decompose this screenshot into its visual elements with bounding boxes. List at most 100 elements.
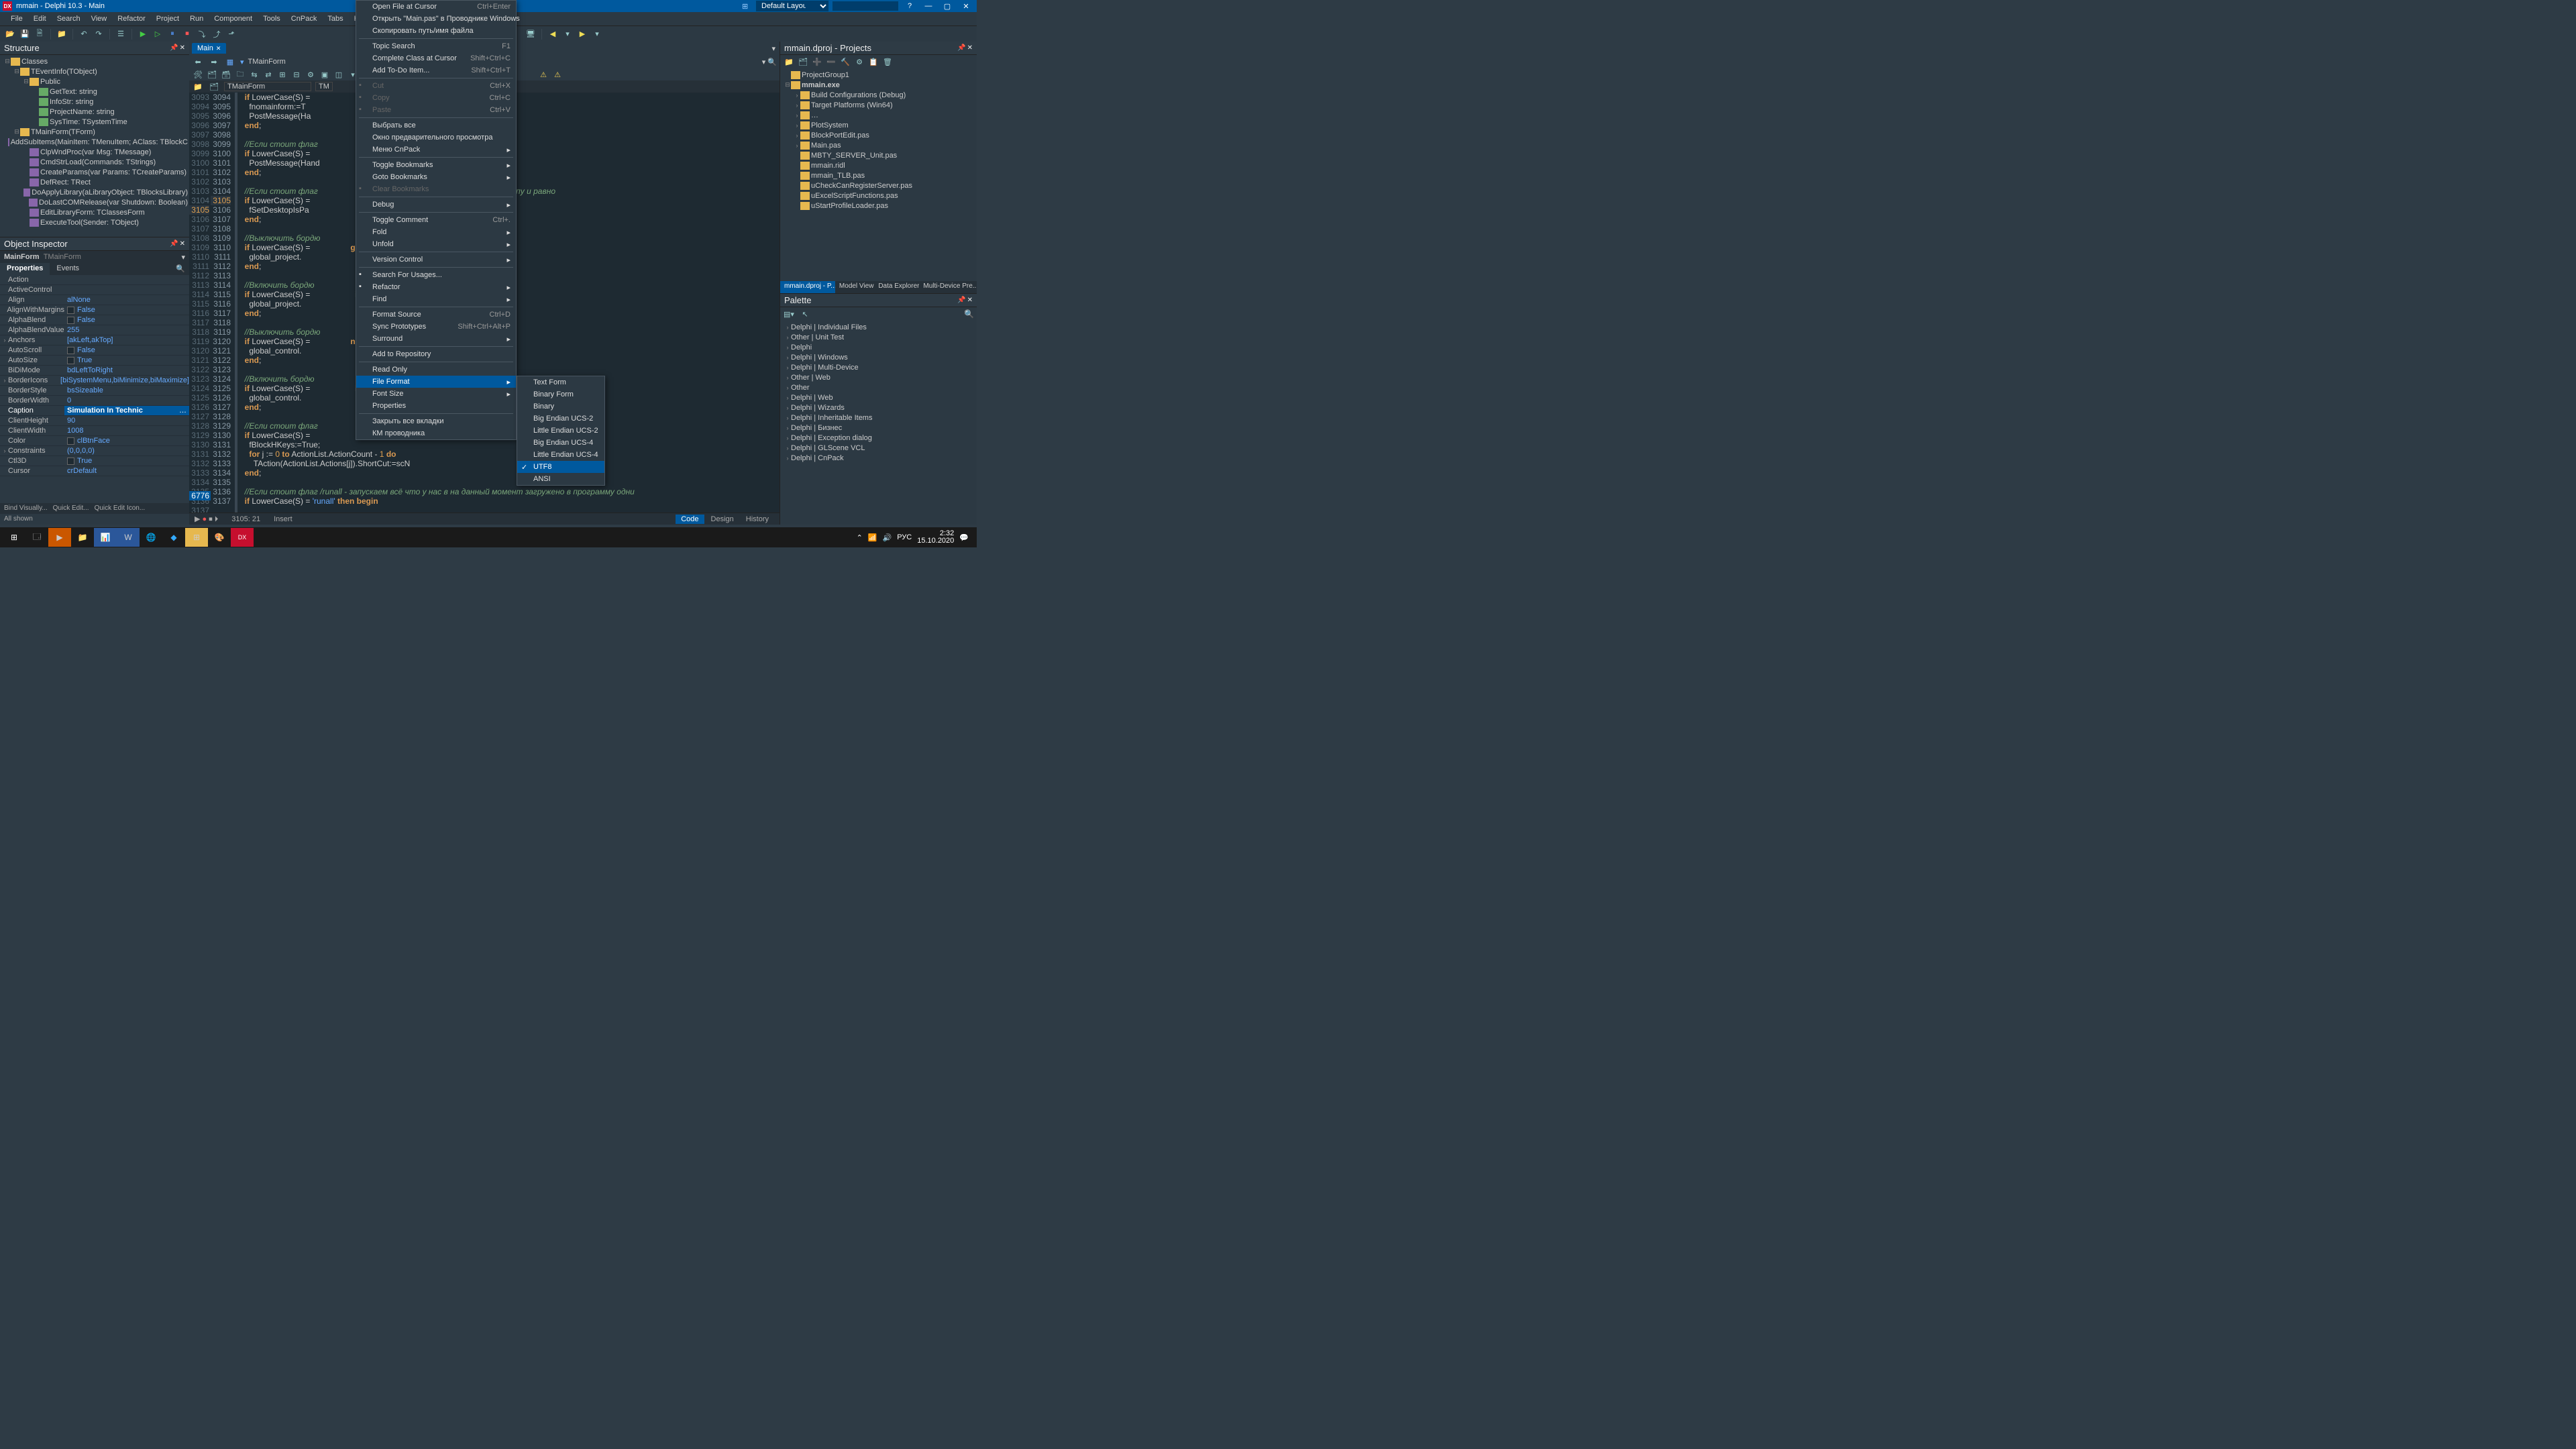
tab-close-icon[interactable]: ✕ [216,45,221,52]
undo-icon[interactable]: ↶ [78,28,90,40]
submenu-item[interactable]: Little Endian UCS-2 [517,425,604,437]
ctx-item[interactable]: ▪Refactor▸ [356,281,516,293]
panel-close-icon[interactable]: ✕ [180,44,185,52]
task-view-icon[interactable]: 🗔 [25,528,48,547]
tool-icon[interactable]: ▣ [319,68,331,80]
proj-tool-icon[interactable]: ➕ [811,56,823,68]
mode-code[interactable]: Code [676,515,704,524]
property-row[interactable]: ClientHeight90 [0,416,189,426]
ctx-item[interactable]: File Format▸ [356,376,516,388]
menu-tools[interactable]: Tools [258,13,286,24]
proj-tool-icon[interactable]: 🗑 [881,56,894,68]
submenu-item[interactable]: Binary [517,400,604,413]
tree-item[interactable]: ⊟TEventInfo(TObject) [1,66,188,76]
open-icon[interactable]: 📂 [4,28,16,40]
menu-run[interactable]: Run [184,13,209,24]
property-row[interactable]: AutoScrollFalse [0,345,189,356]
ctx-item[interactable]: Unfold▸ [356,238,516,250]
dropdown-icon[interactable]: ▾ [771,44,780,53]
proj-tool-icon[interactable]: 🗂 [797,56,809,68]
property-row[interactable]: AutoSizeTrue [0,356,189,366]
folder-icon[interactable]: 📁 [56,28,68,40]
project-item[interactable]: ›… [782,110,975,120]
ctx-item[interactable]: Закрыть все вкладки [356,415,516,427]
proj-tool-icon[interactable]: 📋 [867,56,879,68]
property-row[interactable]: BorderStylebsSizeable [0,386,189,396]
palette-category[interactable]: › Delphi | GLScene VCL [782,443,975,453]
step-into-icon[interactable]: ⤴ [211,28,223,40]
tree-root[interactable]: ⊟Classes [1,56,188,66]
ctx-item[interactable]: Goto Bookmarks▸ [356,171,516,183]
help-button[interactable]: ? [902,1,918,11]
tool-icon[interactable]: 🗂 [206,68,218,80]
tool-icon[interactable]: 🗀 [234,68,246,80]
taskbar-app-icon[interactable]: 📊 [94,528,117,547]
crumb-class[interactable]: TMainForm [224,82,311,91]
project-item[interactable]: ProjectGroup1 [782,70,975,80]
taskbar-word-icon[interactable]: W [117,528,140,547]
tree-item[interactable]: ExecuteTool(Sender: TObject) [1,217,188,227]
submenu-item[interactable]: Text Form [517,376,604,388]
proj-tool-icon[interactable]: 🔨 [839,56,851,68]
tool-icon[interactable]: ⊟ [290,68,303,80]
taskbar-explorer-icon[interactable]: 📁 [71,528,94,547]
palette-category[interactable]: › Other [782,382,975,392]
taskbar-app-icon[interactable]: ▶ [48,528,71,547]
ctx-item[interactable]: Toggle CommentCtrl+. [356,214,516,226]
ctx-item[interactable]: Add to Repository [356,348,516,360]
menu-search[interactable]: Search [52,13,86,24]
tree-item[interactable]: ⊟TMainForm(TForm) [1,127,188,137]
property-row[interactable]: AlignalNone [0,295,189,305]
close-button[interactable]: ✕ [958,1,974,11]
context-menu[interactable]: Open File at CursorCtrl+EnterОткрыть "Ma… [356,0,517,440]
property-row[interactable]: ›Anchors[akLeft,akTop] [0,335,189,345]
palette-category[interactable]: › Delphi | Exception dialog [782,433,975,443]
submenu-item[interactable]: Big Endian UCS-4 [517,437,604,449]
info-icon[interactable]: ⚠ [551,68,564,80]
menu-component[interactable]: Component [209,13,258,24]
project-item[interactable]: ›Build Configurations (Debug) [782,90,975,100]
nav-prev-icon[interactable]: ⬅ [192,56,204,68]
palette-category[interactable]: › Delphi | Inheritable Items [782,413,975,423]
ctx-item[interactable]: Выбрать все [356,119,516,131]
project-tab[interactable]: mmain.dproj - P... [780,281,835,293]
property-row[interactable]: BiDiModebdLeftToRight [0,366,189,376]
project-tab[interactable]: Data Explorer [874,281,919,293]
forward-icon[interactable]: ▶ [576,28,588,40]
tool-icon[interactable]: ◫ [333,68,345,80]
taskbar-app-icon[interactable]: 🎨 [208,528,231,547]
tree-item[interactable]: DoLastCOMRelease(var Shutdown: Boolean) [1,197,188,207]
pause-icon[interactable]: ⏸ [166,28,178,40]
tree-item[interactable]: DefRect: TRect [1,177,188,187]
project-tab[interactable]: Multi-Device Pre... [919,281,977,293]
mode-history[interactable]: History [741,515,774,524]
palette-filter-icon[interactable]: ▤▾ [783,308,795,320]
saveall-icon[interactable]: 🗎 [34,28,46,40]
collapse-icon[interactable]: ▾ [762,58,766,66]
tree-item[interactable]: EditLibraryForm: TClassesForm [1,207,188,217]
crumb-nav-icon[interactable]: 🗂 [208,80,220,93]
proj-tool-icon[interactable]: ➖ [825,56,837,68]
palette-category[interactable]: › Delphi | Windows [782,352,975,362]
property-row[interactable]: ActiveControl [0,285,189,295]
palette-category[interactable]: › Delphi | CnPack [782,453,975,463]
palette-category[interactable]: › Delphi [782,342,975,352]
quick-edit-icon-link[interactable]: Quick Edit Icon... [95,504,146,513]
crumb-nav-icon[interactable]: 📁 [192,80,204,93]
layout-selector[interactable]: Default Layout [755,0,829,12]
ctx-item[interactable]: Debug▸ [356,199,516,211]
project-item[interactable]: uStartProfileLoader.pas [782,201,975,211]
tree-item[interactable]: CreateParams(var Params: TCreateParams) [1,167,188,177]
property-row[interactable]: ›BorderIcons[biSystemMenu,biMinimize,biM… [0,376,189,386]
search-icon[interactable]: 🔍 [767,58,777,66]
tree-item[interactable]: DoApplyLibrary(aLibraryObject: TBlocksLi… [1,187,188,197]
property-row[interactable]: ColorclBtnFace [0,436,189,446]
tab-events[interactable]: Events [50,263,86,275]
menu-project[interactable]: Project [151,13,184,24]
menu-tabs[interactable]: Tabs [322,13,348,24]
crumb-member[interactable]: TM [315,82,333,91]
ctx-item[interactable]: Complete Class at CursorShift+Ctrl+C [356,52,516,64]
ctx-item[interactable]: Fold▸ [356,226,516,238]
forward-dropdown-icon[interactable]: ▾ [591,28,603,40]
minimize-button[interactable]: — [920,1,936,11]
